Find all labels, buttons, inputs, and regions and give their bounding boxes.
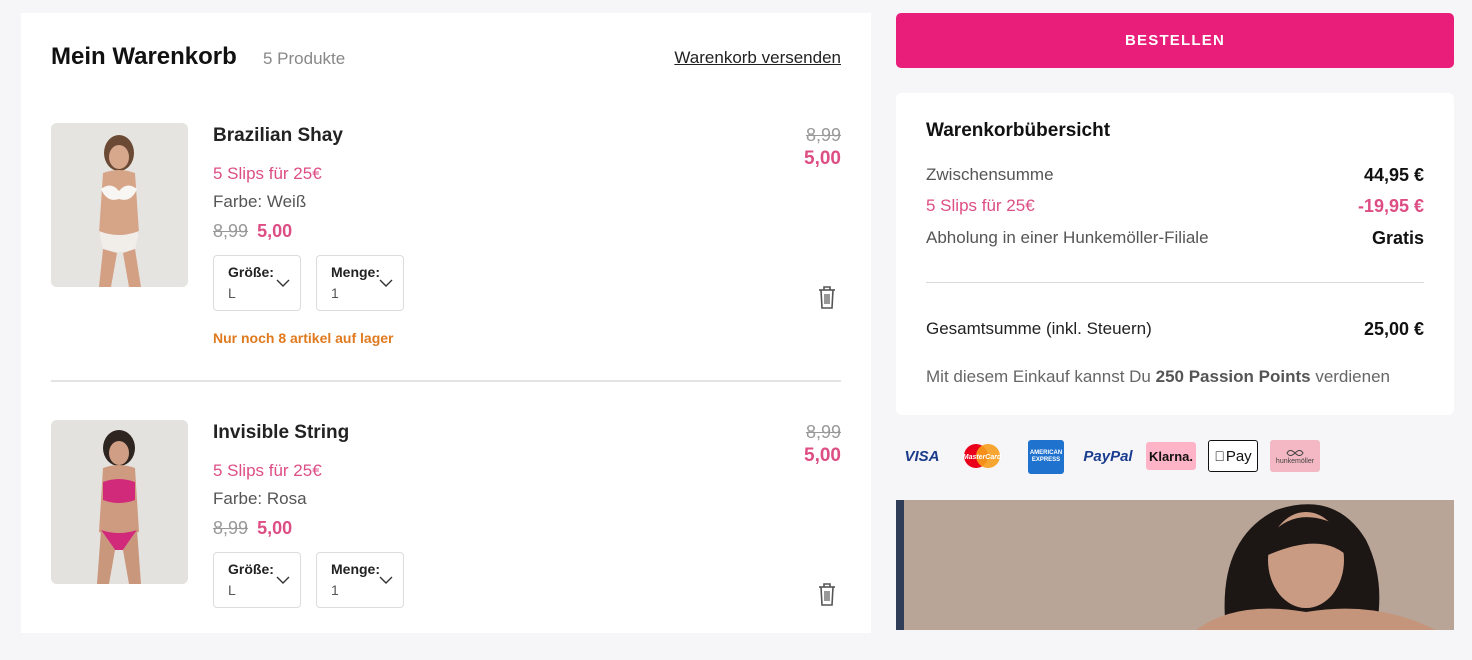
send-cart-link[interactable]: Warenkorb versenden — [674, 48, 841, 68]
product-image[interactable] — [51, 123, 188, 287]
chevron-down-icon — [379, 576, 393, 584]
points-value: 250 Passion Points — [1155, 367, 1311, 386]
pickup-label: Abholung in einer Hunkemöller-Filiale — [926, 228, 1209, 247]
product-price: 8,99 5,00 — [213, 518, 292, 539]
summary-title: Warenkorbübersicht — [926, 120, 1111, 141]
product-price: 8,99 5,00 — [213, 221, 292, 242]
size-select[interactable]: Größe: L — [213, 255, 301, 311]
chevron-down-icon — [379, 279, 393, 287]
discount-value: -19,95 € — [1357, 196, 1424, 216]
hunkemoller-logo-icon — [1286, 449, 1304, 456]
old-price: 8,99 — [213, 518, 249, 538]
quantity-value: 1 — [331, 582, 339, 598]
line-new-price: 5,00 — [804, 148, 841, 169]
trash-icon[interactable] — [817, 285, 837, 309]
product-promo: 5 Slips für 25€ — [213, 164, 322, 183]
pickup-value: Gratis — [1371, 228, 1424, 248]
sale-price: 5,00 — [257, 221, 293, 241]
trash-icon[interactable] — [817, 582, 837, 606]
quantity-value: 1 — [331, 285, 339, 301]
hunkemoller-icon: hunkemöller — [1270, 440, 1320, 472]
product-color: Farbe: Rosa — [213, 489, 307, 508]
size-label: Größe: — [228, 264, 274, 280]
cart-product-count: 5 Produkte — [263, 49, 346, 68]
size-label: Größe: — [228, 561, 274, 577]
mastercard-icon: MasterCard — [958, 440, 1006, 472]
line-old-price: 8,99 — [805, 422, 841, 442]
mastercard-text: MasterCard — [963, 454, 1002, 461]
apple-icon:  — [1214, 448, 1225, 464]
product-promo: 5 Slips für 25€ — [213, 461, 322, 480]
hunkemoller-text: hunkemöller — [1275, 457, 1315, 465]
chevron-down-icon — [276, 279, 290, 287]
old-price: 8,99 — [213, 221, 249, 241]
applepay-text: Pay — [1220, 447, 1252, 465]
line-new-price: 5,00 — [804, 445, 841, 466]
item-divider — [51, 380, 841, 382]
points-suffix: verdienen — [1315, 367, 1390, 386]
quantity-select[interactable]: Menge: 1 — [316, 552, 404, 608]
stock-warning: Nur noch 8 artikel auf lager — [213, 330, 394, 346]
total-value: 25,00 € — [1363, 319, 1424, 339]
order-button[interactable]: BESTELLEN — [896, 13, 1454, 68]
applepay-icon:  Pay — [1208, 440, 1258, 472]
quantity-label: Menge: — [331, 264, 380, 280]
passion-points-note: Mit diesem Einkauf kannst Du 250 Passion… — [926, 367, 1390, 387]
line-old-price: 8,99 — [805, 125, 841, 145]
sale-price: 5,00 — [257, 518, 293, 538]
line-total: 8,99 5,00 — [804, 422, 841, 467]
product-name[interactable]: Brazilian Shay — [213, 125, 343, 147]
quantity-select[interactable]: Menge: 1 — [316, 255, 404, 311]
discount-label: 5 Slips für 25€ — [926, 196, 1035, 215]
line-total: 8,99 5,00 — [804, 125, 841, 170]
product-name[interactable]: Invisible String — [213, 422, 349, 444]
cart-summary: Warenkorbübersicht Zwischensumme 44,95 €… — [896, 93, 1454, 415]
product-image[interactable] — [51, 420, 188, 584]
klarna-icon: Klarna. — [1146, 442, 1196, 470]
points-prefix: Mit diesem Einkauf kannst Du — [926, 367, 1151, 386]
paypal-icon: PayPal — [1083, 447, 1133, 465]
chevron-down-icon — [276, 576, 290, 584]
subtotal-label: Zwischensumme — [926, 165, 1054, 184]
size-value: L — [228, 285, 236, 301]
size-select[interactable]: Größe: L — [213, 552, 301, 608]
subtotal-value: 44,95 € — [1363, 165, 1424, 185]
cart-item: Brazilian Shay 5 Slips für 25€ Farbe: We… — [51, 123, 841, 363]
visa-icon: VISA — [904, 447, 940, 465]
cart-title: Mein Warenkorb — [51, 43, 237, 70]
quantity-label: Menge: — [331, 561, 380, 577]
summary-divider — [926, 282, 1424, 283]
promo-banner-image[interactable] — [896, 500, 1454, 630]
size-value: L — [228, 582, 236, 598]
product-color: Farbe: Weiß — [213, 192, 307, 211]
total-label: Gesamtsumme (inkl. Steuern) — [926, 319, 1152, 338]
amex-icon: AMERICAN EXPRESS — [1028, 440, 1064, 474]
cart-item: Invisible String 5 Slips für 25€ Farbe: … — [51, 420, 841, 660]
cart-panel: Mein Warenkorb 5 Produkte Warenkorb vers… — [21, 13, 871, 633]
